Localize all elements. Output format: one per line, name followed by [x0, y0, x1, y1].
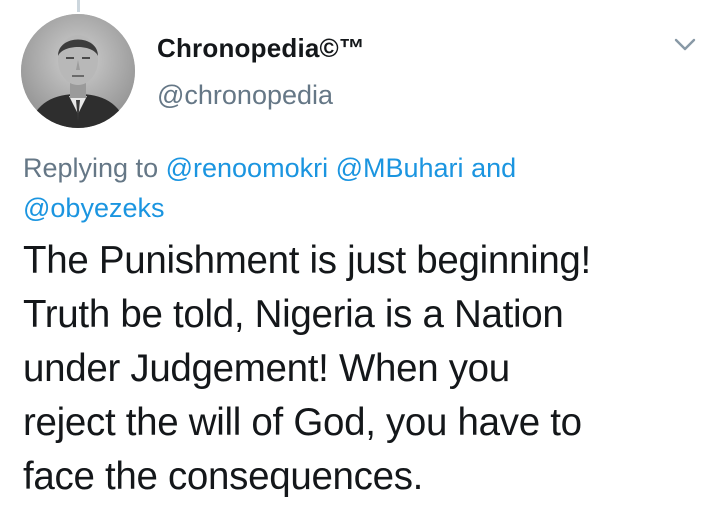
mention-link[interactable]: @MBuhari	[336, 153, 464, 183]
author-display-name[interactable]: Chronopedia©™	[157, 33, 365, 64]
author-handle[interactable]: @chronopedia	[157, 80, 333, 111]
tweet-text: The Punishment is just beginning! Truth …	[23, 234, 713, 504]
tweet-text-line: The Punishment is just beginning!	[23, 239, 591, 282]
replying-to-line: Replying to @renoomokri @MBuhari and @ob…	[23, 148, 703, 228]
mention-link[interactable]: @renoomokri	[166, 153, 328, 183]
chevron-down-icon[interactable]	[672, 34, 698, 54]
tweet-text-line: reject the will of God, you have to	[23, 401, 582, 444]
avatar[interactable]	[21, 14, 135, 128]
replying-to-label: Replying to	[23, 153, 159, 183]
profile-photo-icon	[21, 14, 135, 128]
tweet-text-line: face the consequences.	[23, 455, 424, 498]
mention-link[interactable]: @obyezeks	[23, 193, 164, 223]
thread-connector-line	[77, 0, 80, 12]
tweet-text-line: Truth be told, Nigeria is a Nation	[23, 293, 564, 336]
tweet-text-line: under Judgement! When you	[23, 347, 510, 390]
replying-to-conjunction: and	[471, 153, 517, 183]
